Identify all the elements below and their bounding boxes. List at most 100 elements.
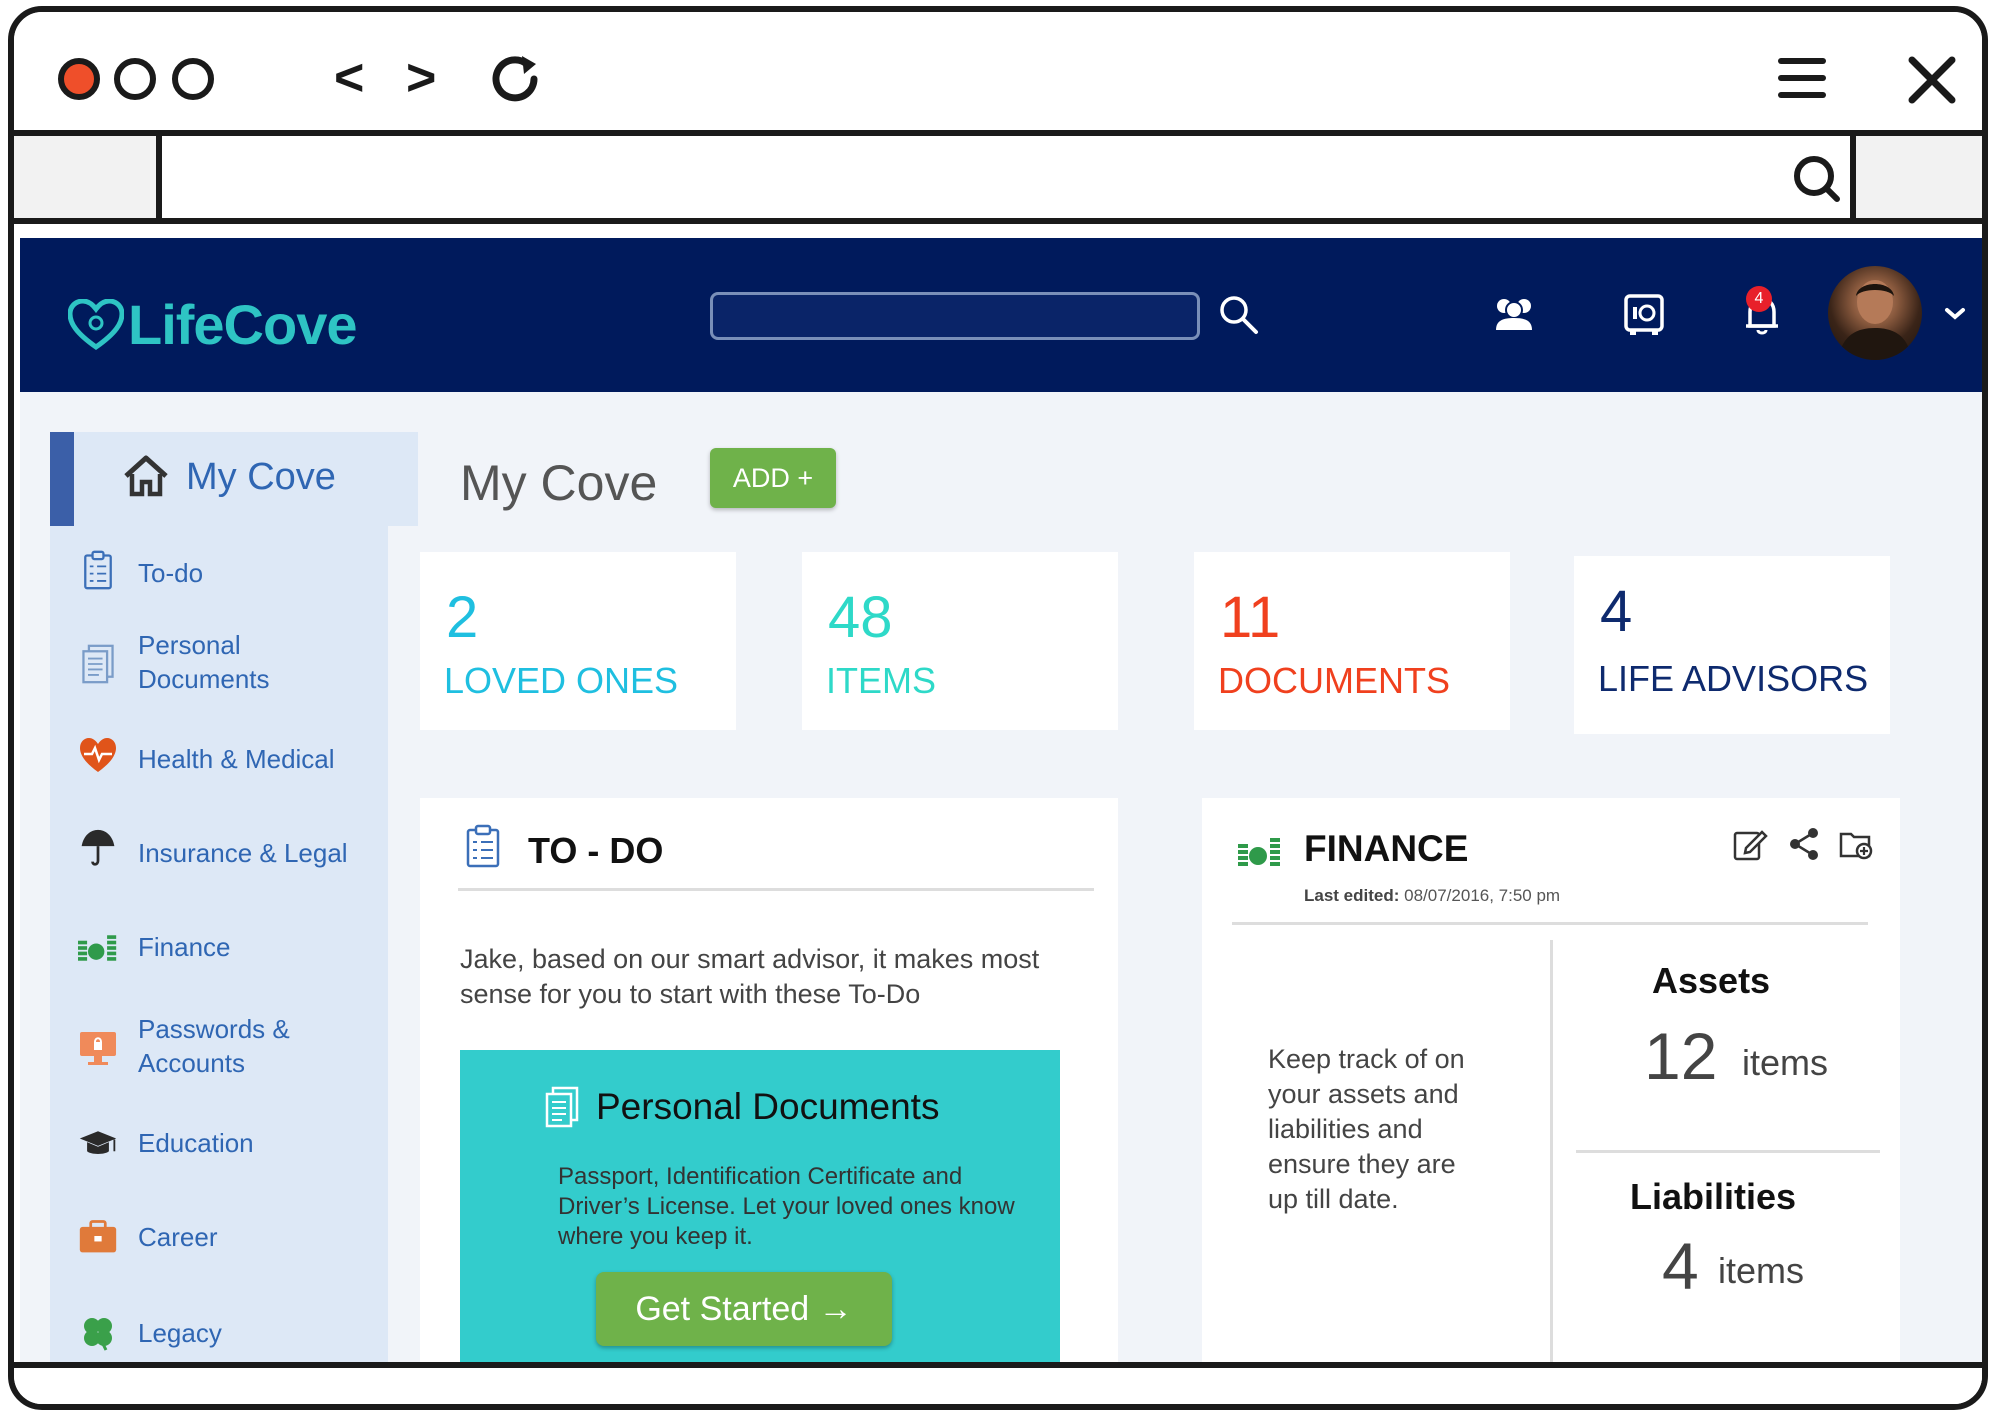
stat-label: LIFE ADVISORS bbox=[1598, 658, 1869, 699]
clover-icon bbox=[84, 1318, 112, 1351]
todo-intro: Jake, based on our smart advisor, it mak… bbox=[460, 944, 1040, 1009]
last-edited: Last edited: 08/07/2016, 7:50 pm bbox=[1304, 886, 1560, 906]
money-icon bbox=[78, 935, 117, 961]
divider bbox=[1576, 1150, 1880, 1153]
active-arrow bbox=[388, 432, 410, 526]
window-maximize-dot[interactable] bbox=[172, 58, 214, 100]
sidebar-item-todo[interactable]: To-do bbox=[50, 544, 388, 604]
documents-icon bbox=[82, 644, 114, 684]
sidebar-item-insurance-legal[interactable]: Insurance & Legal bbox=[50, 824, 388, 884]
stat-label: DOCUMENTS bbox=[1218, 660, 1450, 701]
sidebar-item-health-medical[interactable]: Health & Medical bbox=[50, 730, 388, 790]
personal-documents-todo[interactable]: Personal Documents Passport, Identificat… bbox=[460, 1050, 1060, 1366]
sidebar-item-career[interactable]: Career bbox=[50, 1208, 388, 1268]
umbrella-icon bbox=[81, 829, 115, 866]
sidebar: My Cove To-do Personal Documents Health … bbox=[50, 432, 418, 1404]
back-button[interactable]: < bbox=[334, 52, 364, 104]
sidebar-item-personal-documents[interactable]: Personal Documents bbox=[50, 624, 388, 704]
sidebar-item-label: Career bbox=[138, 1222, 218, 1252]
stat-card-documents[interactable]: 11 DOCUMENTS bbox=[1194, 552, 1510, 730]
finance-description: Keep track of on your assets and liabili… bbox=[1268, 1044, 1465, 1214]
sidebar-item-label: Passwords & Accounts bbox=[138, 1014, 290, 1078]
user-photo bbox=[1838, 280, 1912, 360]
briefcase-icon bbox=[79, 1220, 117, 1253]
todo-title: TO - DO bbox=[528, 830, 664, 871]
graduation-cap-icon bbox=[79, 1131, 117, 1154]
page-title: My Cove bbox=[460, 455, 658, 511]
home-icon bbox=[124, 455, 168, 497]
vertical-divider bbox=[1550, 940, 1553, 1366]
finance-title: FINANCE bbox=[1304, 828, 1469, 869]
browser-toolbar: < > bbox=[14, 12, 1982, 136]
heart-icon bbox=[80, 738, 116, 772]
sidebar-active-label: My Cove bbox=[186, 456, 336, 498]
liabilities-label: Liabilities bbox=[1630, 1176, 1797, 1217]
logo-text: LifeCove bbox=[128, 293, 357, 356]
clipboard-icon bbox=[466, 824, 500, 868]
sidebar-item-passwords-accounts[interactable]: Passwords & Accounts bbox=[50, 1008, 388, 1088]
sidebar-item-label: Insurance & Legal bbox=[138, 838, 348, 868]
reload-icon[interactable] bbox=[484, 48, 546, 110]
clipboard-icon bbox=[84, 550, 112, 590]
search-icon[interactable] bbox=[1790, 152, 1842, 204]
active-indicator bbox=[50, 432, 74, 526]
add-folder-icon[interactable] bbox=[1838, 826, 1874, 862]
documents-icon bbox=[545, 1086, 579, 1128]
sidebar-item-label: Finance bbox=[138, 932, 231, 962]
last-edited-label: Last edited: bbox=[1304, 886, 1400, 905]
menu-icon[interactable] bbox=[1778, 54, 1826, 102]
logo[interactable]: LifeCove bbox=[68, 292, 357, 357]
app-body: My Cove To-do Personal Documents Health … bbox=[20, 392, 1982, 1404]
window-bottom-bar bbox=[14, 1362, 1982, 1404]
sidebar-item-label: Legacy bbox=[138, 1318, 222, 1348]
money-icon bbox=[1238, 838, 1280, 866]
monitor-lock-icon bbox=[80, 1032, 116, 1065]
sidebar-item-label: To-do bbox=[138, 558, 204, 588]
close-icon[interactable] bbox=[1904, 52, 1960, 108]
window-close-dot[interactable] bbox=[58, 58, 100, 100]
get-started-button[interactable]: Get Started → bbox=[596, 1272, 892, 1346]
chevron-down-icon[interactable] bbox=[1944, 302, 1966, 324]
address-bar[interactable] bbox=[156, 136, 1856, 218]
stat-card-items[interactable]: 48 ITEMS bbox=[802, 552, 1118, 730]
last-edited-value: 08/07/2016, 7:50 pm bbox=[1404, 886, 1561, 905]
stat-value: 2 bbox=[446, 585, 479, 650]
assets-label: Assets bbox=[1652, 960, 1771, 1001]
todo-card-text: Passport, Identification Certificate and… bbox=[558, 1163, 1015, 1250]
sidebar-item-legacy[interactable]: Legacy bbox=[50, 1304, 388, 1364]
sidebar-item-label: Personal Documents bbox=[138, 630, 270, 694]
divider bbox=[1232, 922, 1868, 925]
browser-window: < > LifeCove 4 My Cove To-do Personal Do… bbox=[8, 6, 1988, 1410]
share-icon[interactable] bbox=[1786, 826, 1822, 862]
finance-card: FINANCE Last edited: 08/07/2016, 7:50 pm… bbox=[1202, 798, 1900, 1404]
stat-label: LOVED ONES bbox=[444, 660, 679, 701]
liabilities-count: 4 bbox=[1662, 1229, 1699, 1303]
assets-unit: items bbox=[1742, 1042, 1829, 1083]
notification-badge: 4 bbox=[1746, 286, 1772, 312]
edit-icon[interactable] bbox=[1732, 826, 1768, 862]
app-header: LifeCove 4 bbox=[20, 238, 1982, 392]
divider bbox=[458, 888, 1094, 891]
stat-label: ITEMS bbox=[826, 660, 937, 701]
sidebar-item-my-cove[interactable]: My Cove bbox=[50, 432, 418, 526]
sidebar-item-label: Education bbox=[138, 1128, 254, 1158]
add-button[interactable]: ADD + bbox=[710, 448, 836, 508]
stat-card-life-advisors[interactable]: 4 LIFE ADVISORS bbox=[1574, 556, 1890, 734]
stat-card-loved-ones[interactable]: 2 LOVED ONES bbox=[420, 552, 736, 730]
search-icon[interactable] bbox=[1216, 292, 1260, 336]
heart-shield-logo-icon bbox=[68, 298, 124, 350]
sidebar-item-finance[interactable]: Finance bbox=[50, 918, 388, 978]
stat-value: 11 bbox=[1220, 585, 1281, 650]
header-search-input[interactable] bbox=[710, 292, 1200, 340]
liabilities-unit: items bbox=[1718, 1250, 1805, 1291]
people-icon[interactable] bbox=[1490, 290, 1538, 338]
vault-icon[interactable] bbox=[1620, 290, 1668, 338]
sidebar-item-education[interactable]: Education bbox=[50, 1114, 388, 1174]
forward-button[interactable]: > bbox=[406, 52, 436, 104]
avatar[interactable] bbox=[1828, 266, 1922, 360]
sidebar-item-label: Health & Medical bbox=[138, 744, 335, 774]
stat-value: 48 bbox=[828, 585, 893, 650]
window-minimize-dot[interactable] bbox=[114, 58, 156, 100]
address-bar-row bbox=[14, 136, 1982, 224]
todo-card: TO - DO Jake, based on our smart advisor… bbox=[420, 798, 1118, 1404]
